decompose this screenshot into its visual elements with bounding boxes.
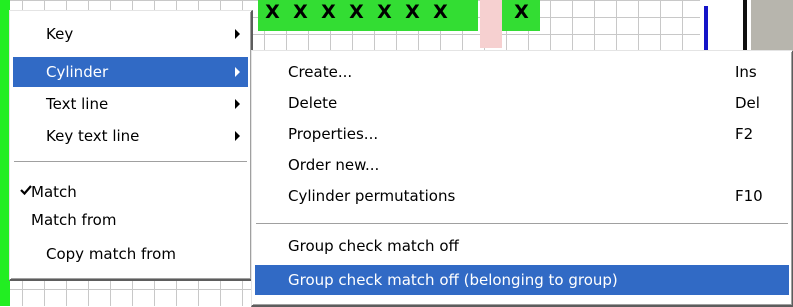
menu-separator: [14, 161, 247, 163]
menu-item-match[interactable]: Match: [13, 177, 248, 207]
chevron-right-icon: [235, 29, 240, 39]
menu-item-label: Key text line: [46, 127, 140, 145]
menu-item-label: Match: [31, 183, 77, 201]
cylinder-submenu: Create... Ins Delete Del Properties... F…: [251, 50, 793, 307]
shortcut-label: F2: [735, 125, 754, 143]
menu-item-cylinder[interactable]: Cylinder: [13, 57, 248, 87]
matrix-cell-pink: [480, 0, 502, 31]
menu-item-label: Key: [46, 25, 74, 43]
matrix-x-mark[interactable]: X: [262, 2, 283, 22]
menu-item-text-line[interactable]: Text line: [13, 89, 248, 119]
submenu-item-delete[interactable]: Delete Del: [255, 88, 789, 118]
menu-item-key[interactable]: Key: [13, 19, 248, 49]
submenu-item-label: Create...: [288, 63, 353, 81]
submenu-item-label: Delete: [288, 94, 338, 112]
submenu-item-label: Order new...: [288, 156, 380, 174]
menu-separator: [256, 223, 788, 225]
submenu-item-cylinder-permutations[interactable]: Cylinder permutations F10: [255, 181, 789, 211]
menu-item-key-text-line[interactable]: Key text line: [13, 121, 248, 151]
menu-item-match-from[interactable]: Match from: [13, 205, 248, 235]
submenu-item-group-check-match-off-belonging[interactable]: Group check match off (belonging to grou…: [255, 265, 789, 295]
matrix-x-mark[interactable]: X: [290, 2, 311, 22]
submenu-item-properties[interactable]: Properties... F2: [255, 119, 789, 149]
column-marker-blue: [704, 6, 708, 50]
menu-item-label: Copy match from: [46, 245, 176, 263]
submenu-item-order-new[interactable]: Order new...: [255, 150, 789, 180]
matrix-x-mark[interactable]: X: [430, 2, 451, 22]
matrix-x-mark[interactable]: X: [402, 2, 423, 22]
context-menu: Key Cylinder Text line Key text line Mat…: [9, 10, 253, 281]
submenu-item-label: Group check match off (belonging to grou…: [288, 271, 618, 289]
matrix-cell-pink: [480, 31, 502, 48]
column-divider: [743, 0, 747, 52]
menu-item-label: Cylinder: [46, 63, 109, 81]
submenu-item-create[interactable]: Create... Ins: [255, 57, 789, 87]
submenu-item-label: Properties...: [288, 125, 379, 143]
menu-item-label: Text line: [46, 95, 109, 113]
submenu-item-label: Group check match off: [288, 237, 459, 255]
panel-background: [751, 0, 793, 52]
matrix-x-mark[interactable]: X: [346, 2, 367, 22]
menu-item-copy-match-from[interactable]: Copy match from: [13, 239, 248, 269]
chevron-right-icon: [235, 99, 240, 109]
submenu-item-group-check-match-off[interactable]: Group check match off: [255, 231, 789, 261]
submenu-item-label: Cylinder permutations: [288, 187, 456, 205]
matrix-x-mark[interactable]: X: [374, 2, 395, 22]
menu-item-label: Match from: [31, 211, 117, 229]
shortcut-label: F10: [735, 187, 763, 205]
chevron-right-icon: [235, 131, 240, 141]
chevron-right-icon: [235, 67, 240, 77]
matrix-x-mark[interactable]: X: [511, 2, 532, 22]
shortcut-label: Del: [735, 94, 760, 112]
matrix-x-mark[interactable]: X: [318, 2, 339, 22]
shortcut-label: Ins: [735, 63, 757, 81]
